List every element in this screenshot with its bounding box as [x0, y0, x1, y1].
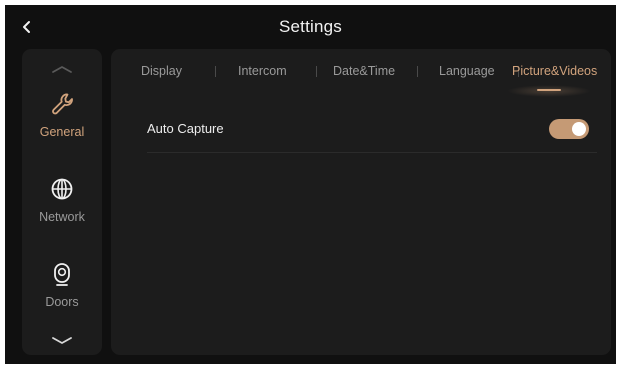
page-title: Settings — [278, 17, 343, 36]
active-tab-indicator — [537, 89, 561, 91]
sidebar-item-label: General — [39, 125, 85, 139]
sidebar-item-label: Network — [39, 210, 85, 224]
sidebar-scroll-down-button[interactable] — [22, 331, 102, 351]
tab-date-time[interactable]: Date&Time — [333, 64, 395, 78]
settings-screen: Settings General Network Doors Display I… — [5, 5, 616, 364]
globe-icon — [51, 178, 73, 200]
toggle-knob — [572, 122, 586, 136]
tab-display[interactable]: Display — [141, 64, 182, 78]
wrench-icon — [52, 93, 73, 115]
sidebar-item-label: Doors — [45, 295, 79, 309]
auto-capture-toggle[interactable] — [549, 119, 589, 139]
tab-bar: Display Intercom Date&Time Language Pict… — [111, 49, 611, 97]
sidebar-scroll-up-button[interactable] — [22, 59, 102, 79]
sidebar-item-network[interactable]: Network — [22, 170, 102, 238]
chevron-up-icon — [52, 66, 72, 73]
tab-picture-videos[interactable]: Picture&Videos — [512, 64, 597, 78]
camera-icon — [54, 263, 70, 286]
active-tab-glow — [507, 85, 591, 97]
auto-capture-row: Auto Capture — [147, 113, 597, 153]
tab-separator — [417, 66, 418, 77]
top-bar: Settings — [5, 5, 616, 49]
tab-language[interactable]: Language — [439, 64, 495, 78]
settings-panel: Display Intercom Date&Time Language Pict… — [111, 49, 611, 355]
tab-separator — [316, 66, 317, 77]
sidebar-item-general[interactable]: General — [22, 85, 102, 153]
chevron-down-icon — [52, 337, 72, 344]
sidebar: General Network Doors — [22, 49, 102, 355]
tab-separator — [215, 66, 216, 77]
tab-intercom[interactable]: Intercom — [238, 64, 287, 78]
auto-capture-label: Auto Capture — [147, 121, 224, 136]
sidebar-item-doors[interactable]: Doors — [22, 255, 102, 323]
